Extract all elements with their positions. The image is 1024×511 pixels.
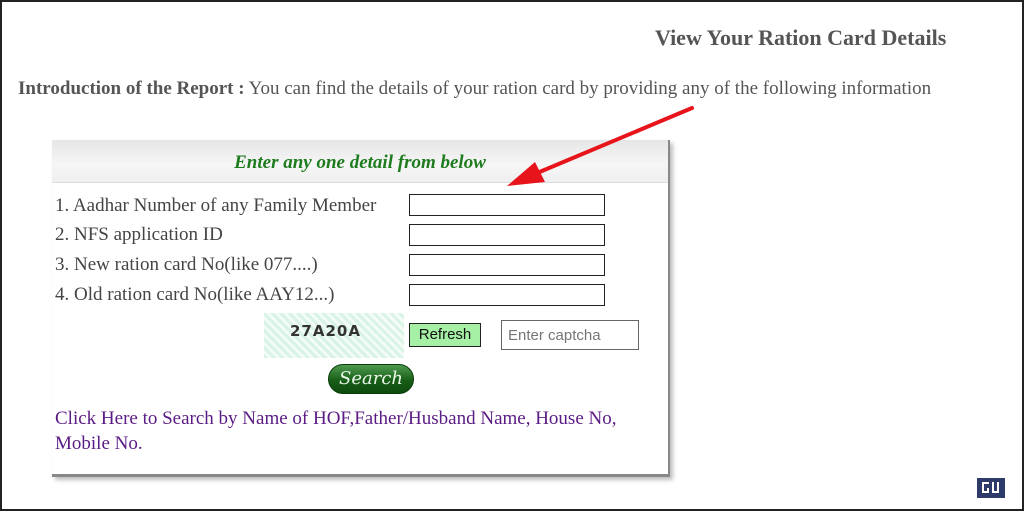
old-card-input[interactable] <box>409 284 605 306</box>
panel-title: Enter any one detail from below <box>234 152 486 173</box>
nfs-id-label: 2. NFS application ID <box>55 224 223 245</box>
captcha-code: 27A20A <box>290 322 361 340</box>
intro-body: You can find the details of your ration … <box>244 78 932 99</box>
watermark-logo <box>977 478 1005 498</box>
captcha-input[interactable] <box>501 320 639 350</box>
new-card-label: 3. New ration card No(like 077....) <box>55 254 318 275</box>
refresh-captcha-button[interactable]: Refresh <box>409 323 481 347</box>
new-card-input[interactable] <box>409 254 605 276</box>
aadhar-label: 1. Aadhar Number of any Family Member <box>55 195 377 216</box>
search-button[interactable]: Search <box>328 364 414 394</box>
intro-text: Introduction of the Report : You can fin… <box>18 78 931 100</box>
nfs-id-input[interactable] <box>409 224 605 246</box>
search-by-name-link[interactable]: Click Here to Search by Name of HOF,Fath… <box>55 406 667 456</box>
page-title: View Your Ration Card Details <box>655 25 947 50</box>
panel-header: Enter any one detail from below <box>52 140 668 183</box>
aadhar-input[interactable] <box>409 194 605 216</box>
intro-label: Introduction of the Report : <box>18 78 245 99</box>
old-card-label: 4. Old ration card No(like AAY12...) <box>55 284 335 305</box>
